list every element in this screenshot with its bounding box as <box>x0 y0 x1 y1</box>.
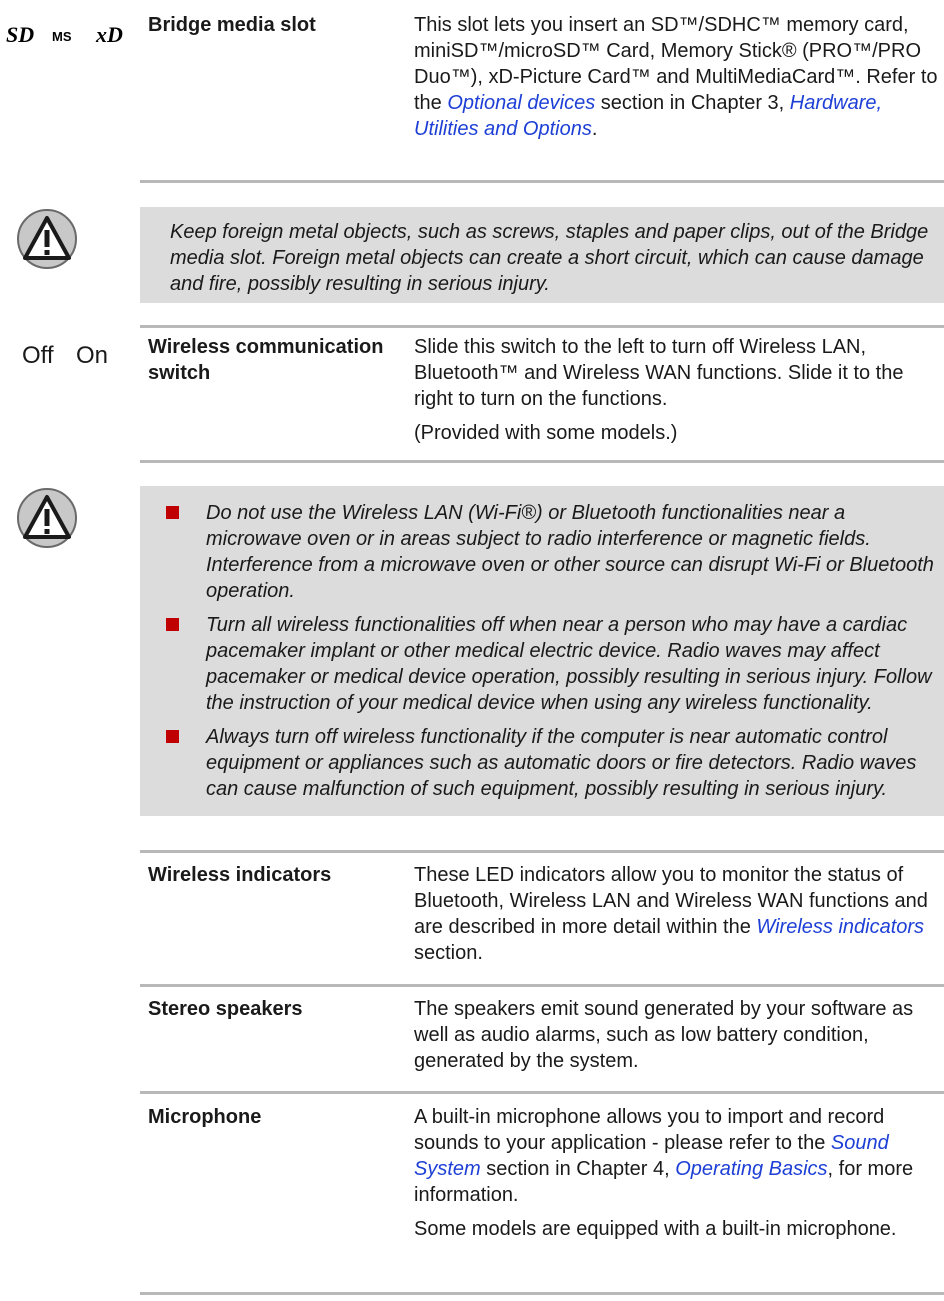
stereo-speakers-term: Stereo speakers <box>148 998 303 1020</box>
bridge-media-slot-term: Bridge media slot <box>148 14 316 36</box>
operating-basics-link[interactable]: Operating Basics <box>675 1158 827 1180</box>
divider <box>140 1091 944 1094</box>
bullet-square-icon <box>166 730 179 743</box>
wireless-indicators-link[interactable]: Wireless indicators <box>756 916 924 938</box>
wireless-indicators-description: These LED indicators allow you to monito… <box>414 864 928 964</box>
warning-box-bridge: Keep foreign metal objects, such as scre… <box>140 207 944 303</box>
warning-list: Do not use the Wireless LAN (Wi-Fi®) or … <box>166 500 940 810</box>
sd-logo: SD <box>6 22 34 47</box>
xd-logo: xD <box>95 22 123 47</box>
divider <box>140 984 944 987</box>
microphone-description: A built-in microphone allows you to impo… <box>414 1104 940 1250</box>
divider <box>140 180 944 183</box>
divider <box>140 1292 944 1295</box>
warning-list-item: Do not use the Wireless LAN (Wi-Fi®) or … <box>166 500 940 604</box>
divider <box>140 460 944 463</box>
media-logos: SD MS xD <box>6 22 123 47</box>
switch-on-label: On <box>76 342 109 369</box>
warning-list-item: Always turn off wireless functionality i… <box>166 724 940 802</box>
divider <box>140 850 944 853</box>
optional-devices-link[interactable]: Optional devices <box>447 92 595 114</box>
switch-off-label: Off <box>22 342 54 369</box>
divider <box>140 325 944 328</box>
wireless-switch-term: Wireless communication switch <box>148 336 384 384</box>
warning-icon <box>17 209 77 269</box>
bridge-media-slot-description: This slot lets you insert an SD™/SDHC™ m… <box>414 14 938 140</box>
warning-list-item: Turn all wireless functionalities off wh… <box>166 612 940 716</box>
stereo-speakers-description: The speakers emit sound generated by you… <box>414 998 914 1072</box>
bullet-square-icon <box>166 506 179 519</box>
wireless-switch-description: Slide this switch to the left to turn of… <box>414 334 940 454</box>
bullet-square-icon <box>166 618 179 631</box>
microphone-term: Microphone <box>148 1106 262 1128</box>
wireless-indicators-term: Wireless indicators <box>148 864 332 886</box>
memory-stick-logo: MS <box>52 29 72 44</box>
warning-icon <box>17 488 77 548</box>
warning-box-wireless: Do not use the Wireless LAN (Wi-Fi®) or … <box>140 486 944 816</box>
warning-text: Keep foreign metal objects, such as scre… <box>170 221 929 295</box>
microphone-note: Some models are equipped with a built-in… <box>414 1218 897 1240</box>
wireless-switch-note: (Provided with some models.) <box>414 422 678 444</box>
